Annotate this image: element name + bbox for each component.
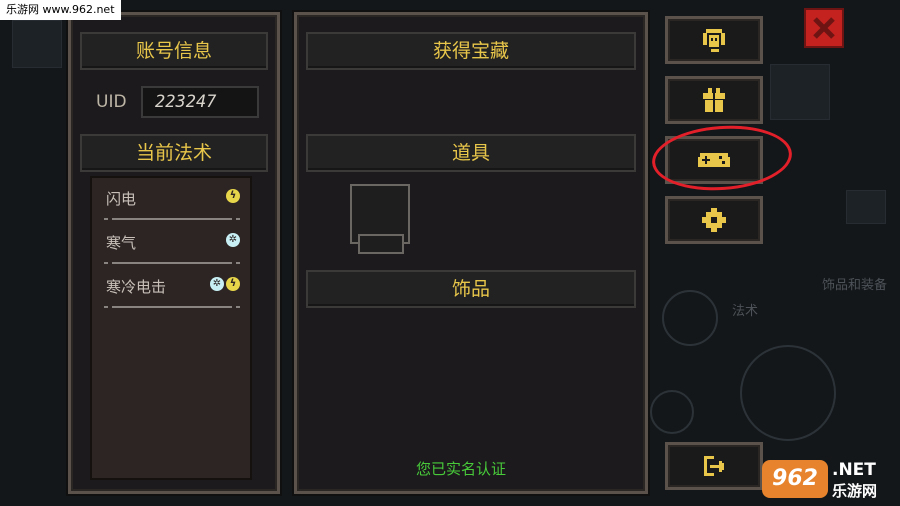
uid-label: UID: [96, 92, 127, 112]
spell-name: 寒冷电击: [106, 278, 167, 296]
current-spells-title: 当前法术: [80, 134, 268, 172]
exit-button[interactable]: [665, 442, 763, 490]
spell-name: 闪电: [106, 190, 137, 208]
exit-icon: [704, 456, 724, 476]
bg-chat-bubble-icon: [846, 190, 886, 224]
lightning-element-icon: ϟ: [226, 277, 240, 291]
item-slot-tab: [358, 234, 404, 254]
close-button[interactable]: [804, 8, 844, 48]
bg-joystick: [740, 345, 836, 441]
spell-item-frost-shock[interactable]: 寒冷电击 ✲ ϟ: [104, 272, 240, 312]
watermark-logo: 962: [762, 460, 828, 498]
gear-icon: [702, 208, 726, 232]
divider: [104, 306, 240, 308]
bg-lightning-skill: [650, 390, 694, 434]
watermark-cn: 乐游网: [832, 482, 878, 500]
settings-button[interactable]: [665, 196, 763, 244]
bg-equipment-label: 饰品和装备: [822, 278, 888, 293]
divider: [104, 218, 240, 220]
support-button[interactable]: [665, 16, 763, 64]
spell-name: 寒气: [106, 234, 137, 252]
treasure-panel: [294, 12, 648, 494]
ice-element-icon: ✲: [210, 277, 224, 291]
bg-question-block: [12, 20, 62, 68]
close-icon: [813, 17, 835, 39]
watermark-bottom: 962 .NET 乐游网: [762, 458, 896, 502]
spell-item-lightning[interactable]: 闪电 ϟ: [104, 184, 240, 224]
headset-icon: [703, 29, 725, 52]
spell-item-frost[interactable]: 寒气 ✲: [104, 228, 240, 268]
watermark-top: 乐游网 www.962.net: [0, 0, 121, 20]
items-title: 道具: [306, 134, 636, 172]
ice-element-icon: ✲: [226, 233, 240, 247]
accessories-title: 饰品: [306, 270, 636, 308]
spell-list[interactable]: 闪电 ϟ 寒气 ✲ 寒冷电击 ✲ ϟ: [90, 176, 252, 480]
gift-button[interactable]: [665, 76, 763, 124]
uid-value: 223247: [141, 86, 259, 118]
watermark-net: .NET: [832, 460, 876, 480]
verified-status: 您已实名认证: [415, 460, 506, 478]
account-info-title: 账号信息: [80, 32, 268, 70]
divider: [104, 262, 240, 264]
lightning-element-icon: ϟ: [226, 189, 240, 203]
treasure-title: 获得宝藏: [306, 32, 636, 70]
bg-spell-label: 法术: [732, 304, 759, 319]
bg-spell-ring: [662, 290, 718, 346]
gift-icon: [703, 88, 725, 112]
bg-gift-box: [770, 64, 830, 120]
